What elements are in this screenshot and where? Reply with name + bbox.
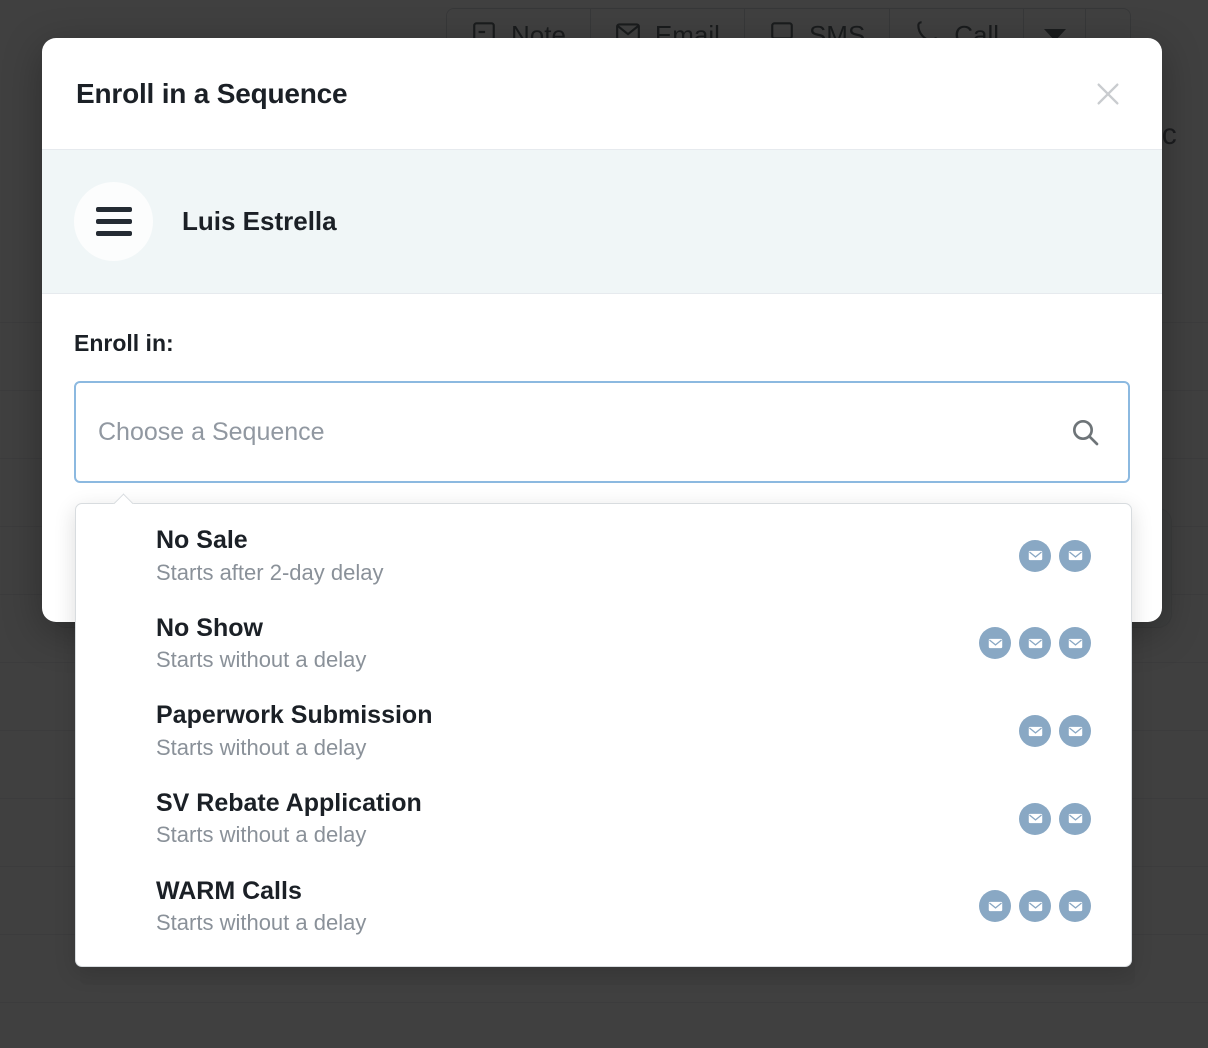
list-item-text: WARM Calls Starts without a delay bbox=[156, 876, 366, 938]
email-step-icon bbox=[1019, 540, 1051, 572]
enroll-in-label: Enroll in: bbox=[74, 330, 1130, 357]
sequence-step-badges bbox=[1019, 715, 1091, 747]
list-item[interactable]: SV Rebate Application Starts without a d… bbox=[76, 775, 1131, 863]
search-input-placeholder: Choose a Sequence bbox=[98, 418, 325, 447]
list-item-subtitle: Starts after 2-day delay bbox=[156, 559, 383, 587]
email-step-icon bbox=[1059, 803, 1091, 835]
list-item-title: SV Rebate Application bbox=[156, 788, 422, 819]
list-item[interactable]: WARM Calls Starts without a delay bbox=[76, 863, 1131, 951]
sequence-step-badges bbox=[1019, 540, 1091, 572]
list-lines-icon bbox=[96, 207, 132, 236]
sequence-step-badges bbox=[1019, 803, 1091, 835]
list-item-subtitle: Starts without a delay bbox=[156, 821, 422, 849]
email-step-icon bbox=[1019, 715, 1051, 747]
list-item-title: No Sale bbox=[156, 525, 383, 556]
sequence-step-badges bbox=[979, 890, 1091, 922]
email-step-icon bbox=[1059, 540, 1091, 572]
modal-body: Enroll in: Choose a Sequence bbox=[42, 294, 1162, 483]
email-step-icon bbox=[979, 627, 1011, 659]
sequence-step-badges bbox=[979, 627, 1091, 659]
email-step-icon bbox=[1019, 803, 1051, 835]
search-icon[interactable] bbox=[1068, 415, 1102, 449]
email-step-icon bbox=[1059, 890, 1091, 922]
sequence-search-field[interactable]: Choose a Sequence bbox=[74, 381, 1130, 483]
sequence-dropdown-list: No Sale Starts after 2-day delay No Show… bbox=[75, 503, 1132, 967]
email-step-icon bbox=[979, 890, 1011, 922]
modal-header: Enroll in a Sequence bbox=[42, 38, 1162, 150]
email-step-icon bbox=[1059, 715, 1091, 747]
list-item-title: WARM Calls bbox=[156, 876, 366, 907]
email-step-icon bbox=[1019, 890, 1051, 922]
list-item-text: No Sale Starts after 2-day delay bbox=[156, 525, 383, 587]
contact-strip: Luis Estrella bbox=[42, 150, 1162, 294]
list-item-text: Paperwork Submission Starts without a de… bbox=[156, 700, 432, 762]
list-item[interactable]: No Show Starts without a delay bbox=[76, 600, 1131, 688]
list-item-subtitle: Starts without a delay bbox=[156, 646, 366, 674]
avatar bbox=[74, 182, 153, 261]
list-item-title: Paperwork Submission bbox=[156, 700, 432, 731]
list-item-text: No Show Starts without a delay bbox=[156, 613, 366, 675]
list-item-subtitle: Starts without a delay bbox=[156, 734, 432, 762]
list-item-text: SV Rebate Application Starts without a d… bbox=[156, 788, 422, 850]
email-step-icon bbox=[1059, 627, 1091, 659]
list-item-subtitle: Starts without a delay bbox=[156, 909, 366, 937]
email-step-icon bbox=[1019, 627, 1051, 659]
contact-name: Luis Estrella bbox=[182, 206, 337, 237]
list-item-title: No Show bbox=[156, 613, 366, 644]
list-item[interactable]: Paperwork Submission Starts without a de… bbox=[76, 687, 1131, 775]
close-icon bbox=[1092, 78, 1124, 110]
list-item[interactable]: No Sale Starts after 2-day delay bbox=[76, 512, 1131, 600]
dropdown-caret-icon bbox=[112, 493, 134, 504]
page-title: Enroll in a Sequence bbox=[76, 78, 347, 110]
close-button[interactable] bbox=[1086, 72, 1130, 116]
